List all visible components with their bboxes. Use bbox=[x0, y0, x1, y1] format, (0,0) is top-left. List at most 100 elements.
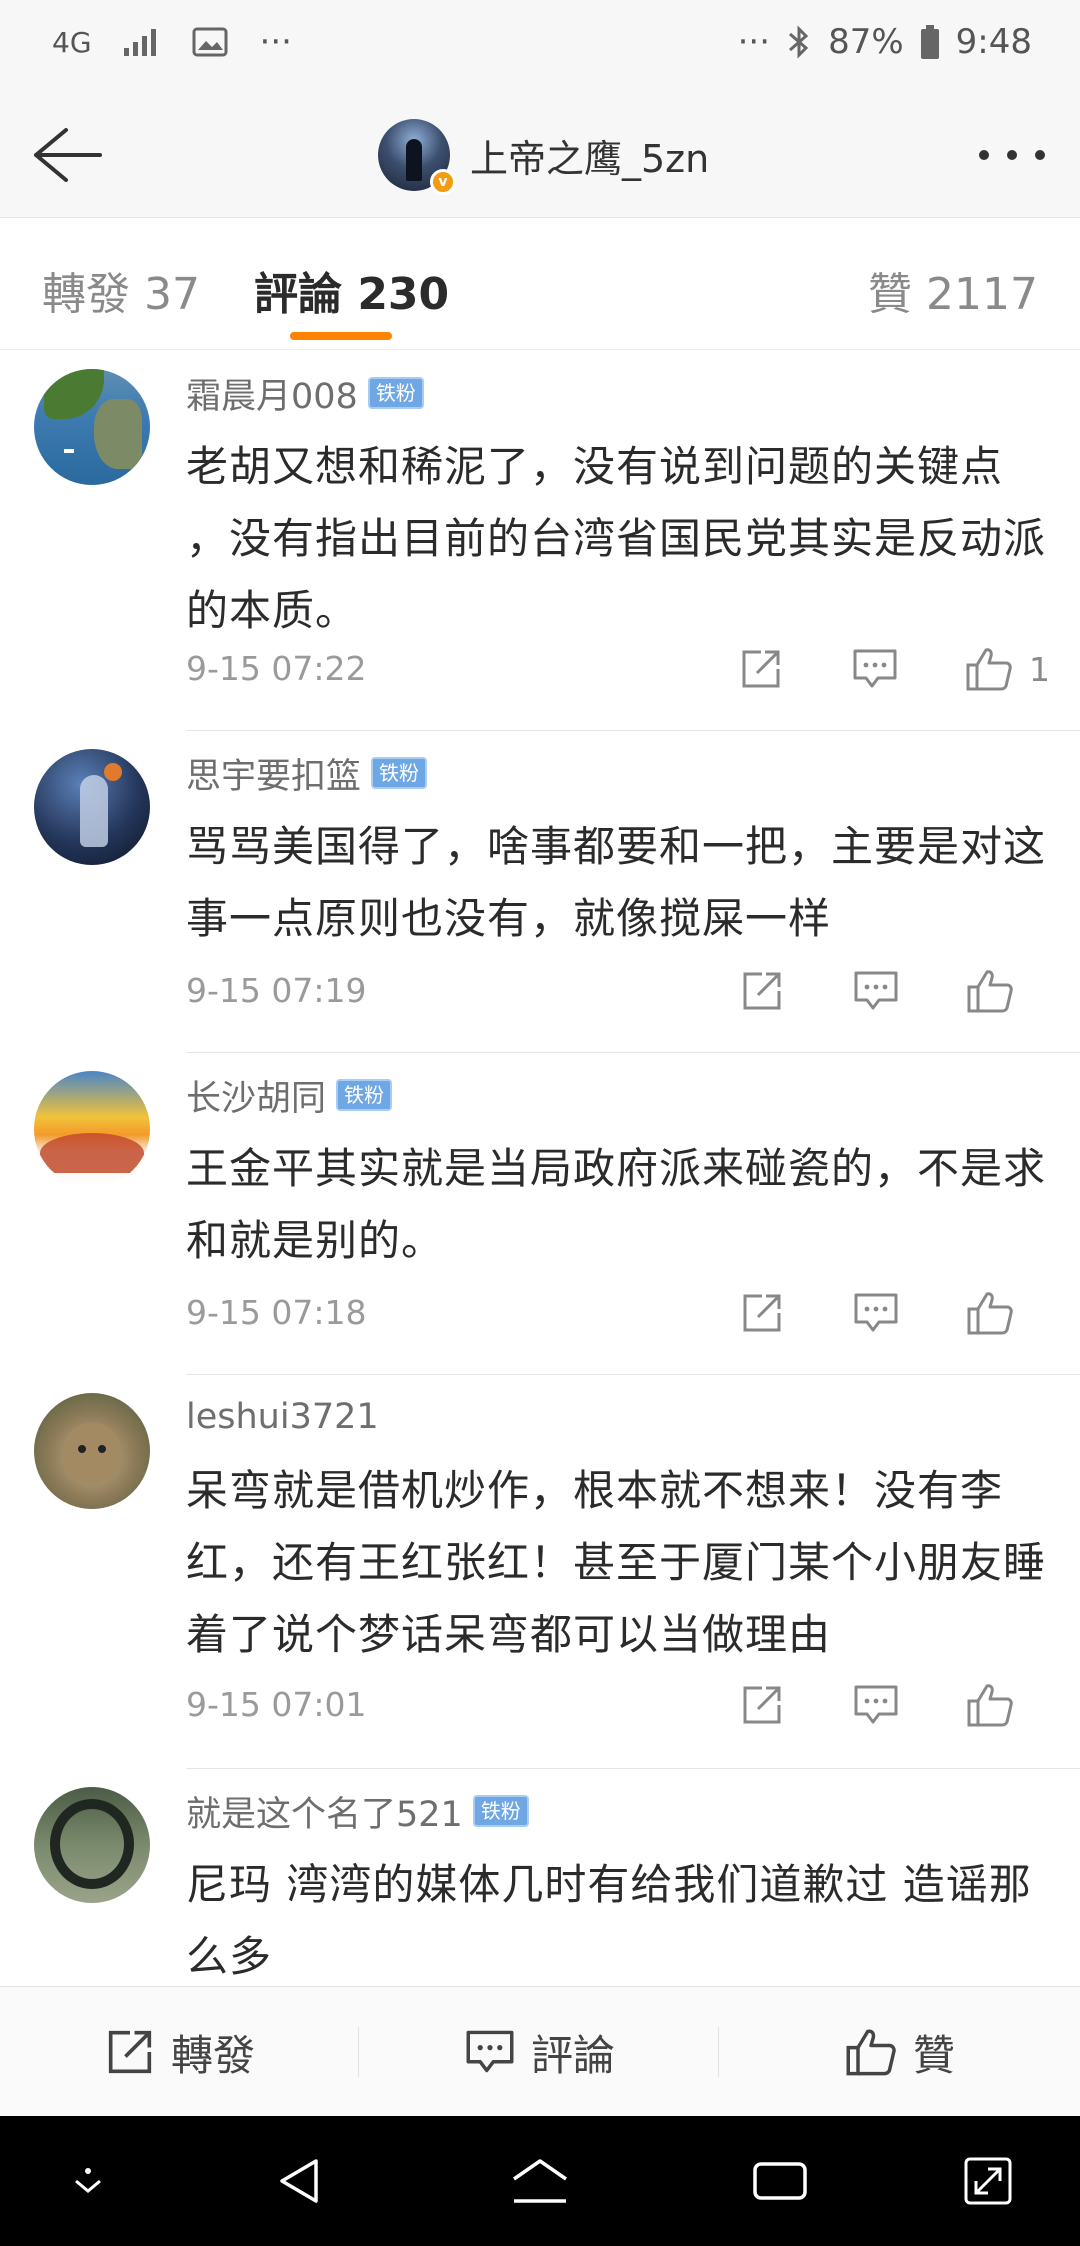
nav-recents-button[interactable] bbox=[750, 2151, 810, 2211]
share-icon bbox=[743, 1686, 781, 1724]
comment-username[interactable]: 思宇要扣篮 bbox=[186, 748, 361, 799]
like-button[interactable] bbox=[959, 639, 1019, 699]
home-icon bbox=[513, 2159, 567, 2203]
comment-label: 評論 bbox=[530, 2030, 615, 2080]
clock: 9:48 bbox=[955, 22, 1032, 62]
bottom-action-bar: 轉發 評論 贊 bbox=[0, 1986, 1080, 2116]
like-button[interactable] bbox=[960, 1283, 1020, 1343]
comment-username[interactable]: leshui3721 bbox=[186, 1397, 379, 1437]
comment-time: 9-15 07:22 bbox=[186, 649, 367, 688]
tab-bar: 轉發 37 評論 230 贊 2117 bbox=[0, 218, 1080, 350]
user-avatar[interactable] bbox=[34, 1071, 150, 1187]
reply-button[interactable] bbox=[846, 961, 906, 1021]
user-avatar[interactable] bbox=[34, 369, 150, 485]
chevron-down-icon bbox=[75, 2168, 101, 2193]
comment-icon bbox=[854, 971, 898, 1010]
divider bbox=[718, 2027, 719, 2077]
share-button[interactable] bbox=[731, 639, 791, 699]
comment-item: leshui3721 呆弯就是借机炒作，根本就不想来！没有李红，还有王红张红！甚… bbox=[0, 1375, 1080, 1769]
fan-badge: 铁粉 bbox=[472, 1795, 529, 1827]
tab-indicator bbox=[290, 332, 392, 340]
comment-text: 老胡又想和稀泥了，没有说到问题的关键点 ，没有指出目前的台湾省国民党其实是反动派… bbox=[186, 442, 1047, 635]
thumbs-up-icon bbox=[846, 2029, 896, 2076]
like-label: 贊 bbox=[912, 2030, 955, 2080]
bluetooth-icon bbox=[786, 24, 812, 60]
comment-icon bbox=[854, 1685, 898, 1724]
thumbs-up-icon bbox=[967, 1684, 1013, 1727]
status-dots-right: ··· bbox=[737, 22, 771, 62]
tab-repost[interactable]: 轉發 37 bbox=[42, 258, 200, 322]
comment-text: 尼玛 湾湾的媒体几时有给我们道歉过 造谣那么多 bbox=[186, 1860, 1032, 1981]
system-nav-bar bbox=[0, 2116, 1080, 2246]
status-bar: 4G ··· ··· 87% 9:48 bbox=[0, 0, 1080, 92]
reply-button[interactable] bbox=[846, 1675, 906, 1735]
share-button[interactable] bbox=[732, 1283, 792, 1343]
verified-badge: v bbox=[430, 169, 456, 195]
signal-icon bbox=[122, 26, 162, 58]
comment-item: 思宇要扣篮 铁粉 骂骂美国得了，啥事都要和一把，主要是对这事一点原则也没有，就像… bbox=[0, 731, 1080, 1053]
nav-home-button[interactable] bbox=[510, 2151, 570, 2211]
nav-back-button[interactable] bbox=[270, 2151, 330, 2211]
like-button[interactable] bbox=[960, 1675, 1020, 1735]
image-notification-icon bbox=[192, 26, 230, 58]
comment-text: 呆弯就是借机炒作，根本就不想来！没有李红，还有王红张红！甚至于厦门某个小朋友睡着… bbox=[186, 1466, 1047, 1659]
comment-item: 就是这个名了521 铁粉 尼玛 湾湾的媒体几时有给我们道歉过 造谣那么多 bbox=[0, 1769, 1080, 2019]
author-info[interactable]: v 上帝之鹰_5zn bbox=[378, 118, 709, 195]
back-triangle-icon bbox=[280, 2159, 318, 2203]
repost-button[interactable]: 轉發 bbox=[0, 1987, 360, 2117]
user-avatar[interactable] bbox=[34, 749, 150, 865]
comment-item: 长沙胡同 铁粉 王金平其实就是当局政府派来碰瓷的，不是求和就是别的。 9-15 … bbox=[0, 1053, 1080, 1375]
comment-time: 9-15 07:01 bbox=[186, 1685, 367, 1724]
share-button[interactable] bbox=[732, 1675, 792, 1735]
tab-comments[interactable]: 評論 230 bbox=[254, 258, 449, 322]
share-icon bbox=[743, 1294, 781, 1332]
status-dots-left: ··· bbox=[259, 22, 292, 62]
back-button[interactable] bbox=[26, 118, 106, 192]
fan-badge: 铁粉 bbox=[336, 1079, 393, 1111]
comment-username[interactable]: 长沙胡同 bbox=[186, 1070, 326, 1121]
comment-text: 王金平其实就是当局政府派来碰瓷的，不是求和就是别的。 bbox=[186, 1144, 1047, 1265]
author-avatar[interactable]: v bbox=[378, 119, 456, 195]
share-button[interactable] bbox=[732, 961, 792, 1021]
fan-badge: 铁粉 bbox=[367, 377, 424, 409]
hide-nav-button[interactable] bbox=[58, 2151, 118, 2211]
network-type: 4G bbox=[52, 25, 92, 59]
like-post-button[interactable]: 贊 bbox=[720, 1987, 1080, 2117]
arrow-left-icon bbox=[34, 128, 102, 182]
repost-label: 轉發 bbox=[170, 2030, 255, 2080]
comment-button[interactable]: 評論 bbox=[360, 1987, 720, 2117]
recents-icon bbox=[753, 2162, 807, 2200]
comment-username[interactable]: 霜晨月008 bbox=[186, 368, 358, 419]
tab-likes[interactable]: 贊 2117 bbox=[868, 258, 1038, 322]
comment-time: 9-15 07:19 bbox=[186, 971, 367, 1010]
like-count: 1 bbox=[1029, 649, 1050, 689]
comment-item: 霜晨月008 铁粉 老胡又想和稀泥了，没有说到问题的关键点 ，没有指出目前的台湾… bbox=[0, 351, 1080, 731]
battery-level: 87% bbox=[828, 22, 904, 62]
author-name[interactable]: 上帝之鹰_5zn bbox=[470, 128, 709, 183]
reply-button[interactable] bbox=[845, 639, 905, 699]
user-avatar[interactable] bbox=[34, 1787, 150, 1903]
app-root: 4G ··· ··· 87% 9:48 v 上帝之鹰_5zn 轉發 37 評論 … bbox=[0, 0, 1080, 2246]
user-avatar[interactable] bbox=[34, 1393, 150, 1509]
share-icon bbox=[743, 972, 781, 1010]
expand-icon bbox=[964, 2157, 1012, 2205]
battery-icon bbox=[920, 24, 940, 60]
more-dots-icon bbox=[979, 150, 1045, 160]
comment-icon bbox=[466, 2030, 514, 2073]
comment-icon bbox=[853, 649, 897, 688]
top-header: v 上帝之鹰_5zn bbox=[0, 92, 1080, 218]
thumbs-up-icon bbox=[966, 648, 1012, 691]
like-button[interactable] bbox=[960, 961, 1020, 1021]
thumbs-up-icon bbox=[967, 1292, 1013, 1335]
share-icon bbox=[108, 2030, 152, 2074]
comment-icon bbox=[854, 1293, 898, 1332]
comment-time: 9-15 07:18 bbox=[186, 1293, 367, 1332]
comment-username[interactable]: 就是这个名了521 bbox=[186, 1786, 463, 1837]
divider bbox=[358, 2027, 359, 2077]
more-button[interactable] bbox=[974, 130, 1050, 180]
share-icon bbox=[742, 650, 780, 688]
reply-button[interactable] bbox=[846, 1283, 906, 1343]
comments-list: 霜晨月008 铁粉 老胡又想和稀泥了，没有说到问题的关键点 ，没有指出目前的台湾… bbox=[0, 351, 1080, 2019]
nav-expand-button[interactable] bbox=[958, 2151, 1018, 2211]
fan-badge: 铁粉 bbox=[371, 757, 428, 789]
